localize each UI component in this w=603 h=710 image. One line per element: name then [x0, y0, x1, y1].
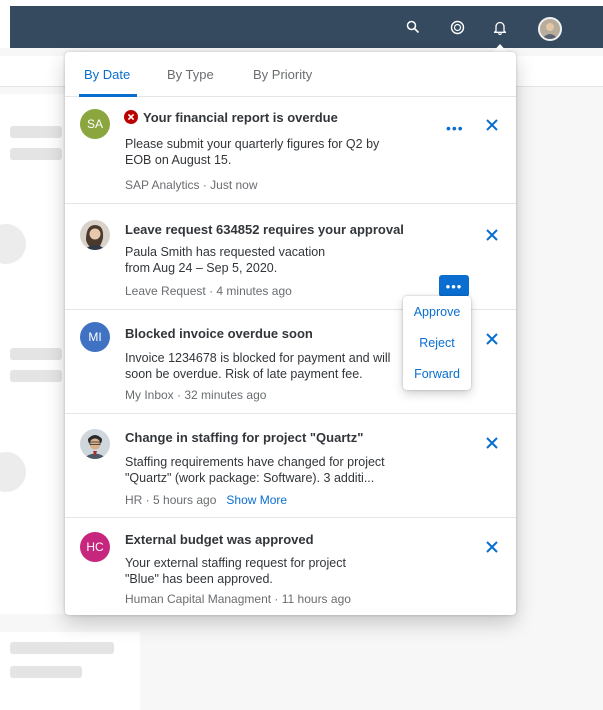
menu-item-approve[interactable]: Approve	[403, 305, 471, 319]
notification-item[interactable]: SA Your financial report is overdue Plea…	[65, 98, 516, 204]
close-icon[interactable]	[485, 332, 499, 346]
notification-source: My Inbox	[125, 388, 174, 402]
menu-item-forward[interactable]: Forward	[403, 367, 471, 381]
shell-bar	[10, 6, 603, 48]
notification-time: 4 minutes ago	[216, 284, 292, 298]
close-icon[interactable]	[485, 228, 499, 242]
notification-time: 32 minutes ago	[184, 388, 267, 402]
notification-title: Change in staffing for project "Quartz"	[125, 430, 364, 445]
notification-meta: SAP Analytics · Just now	[125, 178, 258, 192]
tab-by-date[interactable]: By Date	[84, 67, 130, 82]
search-icon[interactable]	[402, 6, 424, 48]
avatar: HC	[80, 532, 110, 562]
avatar	[80, 429, 110, 459]
notification-body: Please submit your quarterly figures for…	[125, 137, 380, 167]
active-tab-indicator	[79, 94, 137, 97]
notification-body: Staffing requirements have changed for p…	[125, 455, 385, 485]
meta-separator: ·	[173, 388, 185, 402]
meta-separator: ·	[205, 284, 217, 298]
bell-icon[interactable]	[489, 6, 511, 48]
notification-title: Your financial report is overdue	[143, 110, 338, 125]
tab-by-type[interactable]: By Type	[167, 67, 214, 82]
notification-time: Just now	[210, 178, 258, 192]
meta-separator: ·	[271, 592, 282, 606]
notification-meta: My Inbox · 32 minutes ago	[125, 388, 266, 402]
avatar	[80, 220, 110, 250]
placeholder-bar	[10, 348, 62, 360]
notification-source: SAP Analytics	[125, 178, 200, 192]
notification-body: Your external staffing request for proje…	[125, 556, 346, 586]
meta-separator: ·	[199, 178, 211, 192]
avatar: SA	[80, 109, 110, 139]
notification-meta: Human Capital Managment · 11 hours ago	[125, 592, 351, 606]
error-icon	[124, 110, 138, 124]
placeholder-bar	[10, 370, 62, 382]
close-icon[interactable]	[485, 118, 499, 132]
notification-body: Invoice 1234678 is blocked for payment a…	[125, 351, 391, 381]
show-more-link[interactable]: Show More	[226, 493, 287, 507]
placeholder-bar	[10, 666, 82, 678]
notification-tabs: By Date By Type By Priority	[65, 52, 516, 97]
placeholder-bar	[10, 642, 114, 654]
menu-item-reject[interactable]: Reject	[403, 336, 471, 350]
more-actions-button[interactable]: •••	[439, 275, 469, 297]
notification-time: 11 hours ago	[281, 592, 351, 606]
notification-source: Human Capital Managment	[125, 592, 272, 606]
meta-separator: ·	[142, 493, 154, 507]
copilot-icon[interactable]	[446, 6, 468, 48]
notification-item[interactable]: Change in staffing for project "Quartz" …	[65, 414, 516, 518]
close-icon[interactable]	[485, 540, 499, 554]
more-icon: •••	[445, 278, 463, 294]
placeholder-bar	[10, 148, 62, 160]
notification-source: Leave Request	[125, 284, 206, 298]
notification-meta: Leave Request · 4 minutes ago	[125, 284, 292, 298]
close-icon[interactable]	[485, 436, 499, 450]
tab-by-priority[interactable]: By Priority	[253, 67, 312, 82]
notification-title: Blocked invoice overdue soon	[125, 326, 313, 341]
user-avatar[interactable]	[538, 17, 562, 41]
notification-title: External budget was approved	[125, 532, 314, 547]
more-icon[interactable]: •••	[446, 121, 464, 135]
placeholder-bar	[10, 126, 62, 138]
notification-item[interactable]: HC External budget was approved Your ext…	[65, 518, 516, 615]
notifications-popover: By Date By Type By Priority SA Your fina…	[65, 52, 516, 615]
notification-body: Paula Smith has requested vacation from …	[125, 245, 326, 275]
avatar: MI	[80, 322, 110, 352]
notification-title: Leave request 634852 requires your appro…	[125, 222, 404, 237]
notification-source: HR	[125, 493, 143, 507]
notification-time: 5 hours ago	[153, 493, 217, 507]
notification-meta: HR · 5 hours ago Show More	[125, 493, 287, 507]
actions-menu: Approve Reject Forward	[403, 296, 471, 390]
